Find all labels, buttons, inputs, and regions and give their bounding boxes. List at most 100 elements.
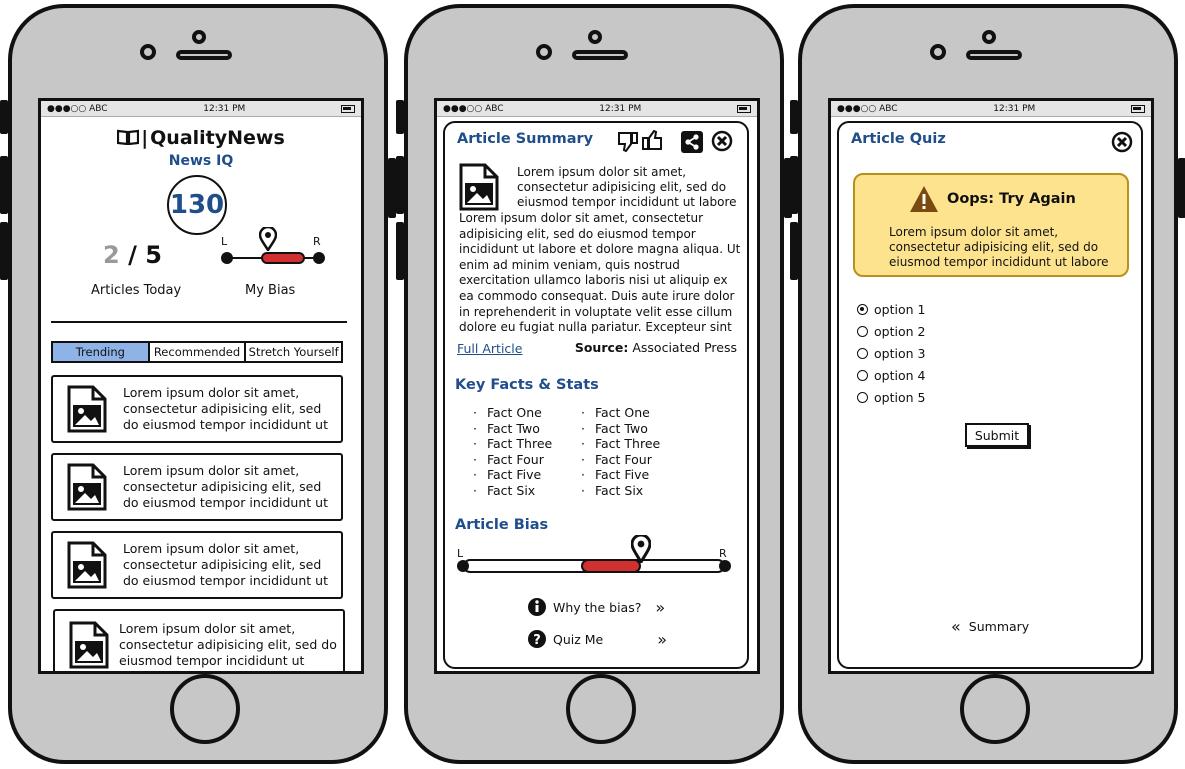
fact-item: · Fact Six xyxy=(473,483,552,499)
time-label: 12:31 PM xyxy=(599,103,642,114)
article-card[interactable]: Lorem ipsum dolor sit amet, consectetur … xyxy=(53,609,345,671)
fact-text: Fact Six xyxy=(594,482,644,498)
bias-right-label: R xyxy=(313,235,321,248)
carrier-label: ●●●○○ ABC xyxy=(443,103,504,114)
mute-switch xyxy=(396,100,404,134)
radio-button[interactable] xyxy=(857,370,868,381)
submit-button[interactable]: Submit xyxy=(965,423,1029,447)
close-icon[interactable] xyxy=(711,130,733,152)
option-label: option 1 xyxy=(874,302,926,317)
bullet-icon: · xyxy=(581,436,589,451)
mute-switch xyxy=(0,100,8,134)
bias-right-dot xyxy=(719,560,731,572)
radio-button[interactable] xyxy=(857,348,868,359)
iq-score-badge: 130 xyxy=(167,175,227,235)
full-article-link[interactable]: Full Article xyxy=(457,341,522,356)
earpiece-speaker xyxy=(966,50,1022,60)
help-icon: ? xyxy=(528,630,546,648)
option-label: option 5 xyxy=(874,390,926,405)
thumbs-down-icon[interactable] xyxy=(617,131,639,153)
status-bar: ●●●○○ ABC 12:31 PM xyxy=(437,101,757,117)
status-bar: ●●●○○ ABC 12:31 PM xyxy=(41,101,361,117)
power-button xyxy=(1178,158,1185,218)
fact-item: · Fact Two xyxy=(473,421,552,437)
tab-stretch-yourself[interactable]: Stretch Yourself xyxy=(246,343,341,361)
bullet-icon: · xyxy=(473,436,481,451)
carrier-label: ●●●○○ ABC xyxy=(837,103,898,114)
app-logo: | QualityNews xyxy=(41,127,361,149)
back-to-summary-link[interactable]: « Summary xyxy=(951,617,1029,636)
source-label: Source: xyxy=(574,340,629,355)
bias-left-dot xyxy=(221,252,233,264)
fact-text: Fact One xyxy=(486,405,542,420)
divider xyxy=(51,321,347,323)
bullet-icon: · xyxy=(581,405,589,420)
why-bias-link[interactable]: Why the bias? » xyxy=(527,597,665,617)
summary-panel: Article Summary Lorem ipsum dolor sit am… xyxy=(443,121,749,669)
quiz-title: Article Quiz xyxy=(851,131,946,147)
fact-item: · Fact Two xyxy=(581,421,660,437)
radio-button[interactable] xyxy=(857,304,868,315)
time-label: 12:31 PM xyxy=(203,103,246,114)
power-button xyxy=(388,158,396,218)
quiz-option[interactable]: option 5 xyxy=(857,387,925,409)
bias-left-label: L xyxy=(221,235,228,248)
quiz-option[interactable]: option 3 xyxy=(857,343,925,365)
summary-body: Lorem ipsum dolor sit amet, consectetur … xyxy=(459,211,741,335)
feed-tabs: Trending Recommended Stretch Yourself xyxy=(51,341,343,363)
proximity-sensor xyxy=(140,44,156,60)
quiz-option[interactable]: option 2 xyxy=(857,321,925,343)
phone-frame-home: ●●●○○ ABC 12:31 PM | QualityNews News IQ … xyxy=(0,4,396,764)
facts-title: Key Facts & Stats xyxy=(455,377,599,393)
bullet-icon: · xyxy=(473,451,481,467)
fact-item: · Fact Three xyxy=(473,436,552,452)
volume-up-button xyxy=(0,156,8,214)
quiz-option[interactable]: option 1 xyxy=(857,299,925,321)
option-label: option 3 xyxy=(874,346,926,361)
home-button[interactable] xyxy=(170,674,240,744)
bias-title: Article Bias xyxy=(455,517,549,533)
fact-text: Fact Four xyxy=(486,451,544,467)
earpiece-speaker xyxy=(176,50,232,60)
quiz-panel: Article Quiz Oops: Try Again Lorem ipsum… xyxy=(837,121,1143,669)
share-icon[interactable] xyxy=(681,131,703,153)
battery-icon xyxy=(1131,104,1145,113)
radio-button[interactable] xyxy=(857,392,868,403)
tab-trending[interactable]: Trending xyxy=(53,343,150,361)
bias-right-dot xyxy=(313,252,325,264)
fact-text: Fact Three xyxy=(594,436,661,451)
image-placeholder-icon xyxy=(459,163,499,211)
home-button[interactable] xyxy=(566,674,636,744)
fact-text: Fact Three xyxy=(486,436,553,451)
quiz-me-link[interactable]: ? Quiz Me » xyxy=(527,629,667,649)
close-icon[interactable] xyxy=(1111,131,1133,153)
article-snippet: Lorem ipsum dolor sit amet, consectetur … xyxy=(123,541,328,588)
alert-title: Oops: Try Again xyxy=(947,191,1076,207)
bullet-icon: · xyxy=(581,420,589,436)
tab-recommended[interactable]: Recommended xyxy=(150,343,247,361)
fact-text: Fact Two xyxy=(486,420,540,436)
article-card[interactable]: Lorem ipsum dolor sit amet, consectetur … xyxy=(51,453,343,521)
image-placeholder-icon xyxy=(67,541,107,589)
bias-right-label: R xyxy=(719,547,727,560)
quiz-options: option 1 option 2 option 3 option 4 option 5 xyxy=(857,299,925,409)
fact-item: · Fact Four xyxy=(473,452,552,468)
article-card[interactable]: Lorem ipsum dolor sit amet, consectetur … xyxy=(51,375,343,443)
radio-button[interactable] xyxy=(857,326,868,337)
back-summary-label: Summary xyxy=(968,619,1030,634)
why-bias-label: Why the bias? xyxy=(553,599,642,615)
quiz-option[interactable]: option 4 xyxy=(857,365,925,387)
bias-left-dot xyxy=(457,560,469,572)
my-bias-label: My Bias xyxy=(245,283,296,298)
thumbs-up-icon[interactable] xyxy=(641,129,663,151)
bullet-icon: · xyxy=(581,467,589,482)
warning-icon xyxy=(910,186,938,212)
home-button[interactable] xyxy=(960,674,1030,744)
articles-today-label: Articles Today xyxy=(91,283,182,298)
error-alert: Oops: Try Again Lorem ipsum dolor sit am… xyxy=(853,173,1129,277)
article-card[interactable]: Lorem ipsum dolor sit amet, consectetur … xyxy=(51,531,343,599)
proximity-sensor xyxy=(536,44,552,60)
fact-text: Fact One xyxy=(594,405,650,420)
articles-total-count: 5 xyxy=(145,241,162,269)
articles-read-count: 2 xyxy=(103,241,120,269)
